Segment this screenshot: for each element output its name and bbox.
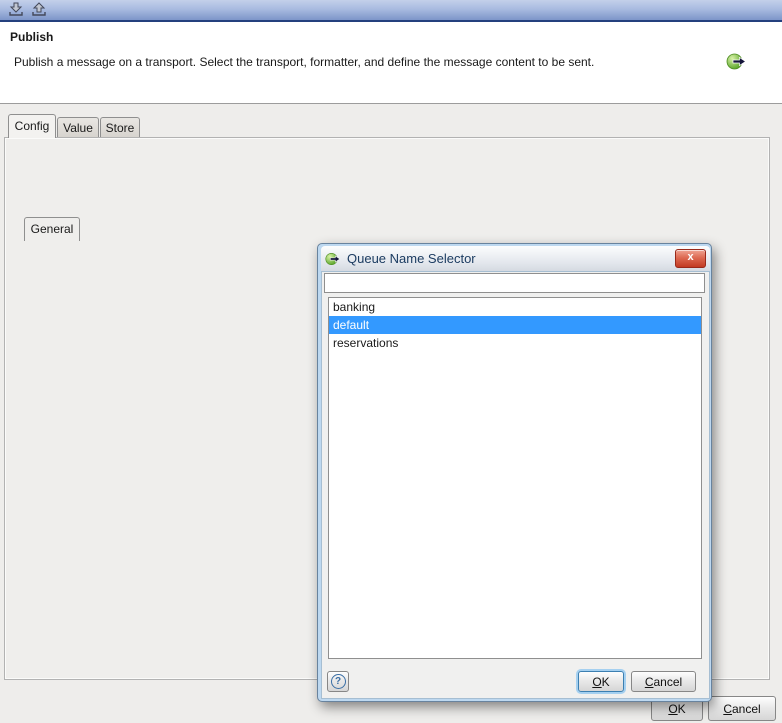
dialog-title: Queue Name Selector bbox=[347, 251, 476, 266]
publish-icon bbox=[726, 51, 747, 72]
close-button[interactable]: x bbox=[675, 249, 706, 268]
close-icon: x bbox=[687, 251, 693, 263]
export-button[interactable] bbox=[29, 2, 49, 18]
publish-action-editor-window: Publish Publish a message on a transport… bbox=[0, 0, 782, 723]
window-toolbar bbox=[0, 0, 782, 22]
queue-filter-input[interactable] bbox=[324, 273, 705, 293]
queue-name-selector-dialog: Queue Name Selector x banking default re… bbox=[317, 243, 712, 702]
queue-list-item[interactable]: reservations bbox=[329, 334, 701, 352]
import-button[interactable] bbox=[6, 2, 26, 18]
tab-config[interactable]: Config bbox=[8, 114, 56, 138]
dialog-titlebar[interactable]: Queue Name Selector x bbox=[321, 246, 710, 271]
page-title: Publish bbox=[10, 30, 53, 44]
tab-value[interactable]: Value bbox=[57, 117, 99, 138]
export-icon bbox=[31, 2, 47, 17]
page-description: Publish a message on a transport. Select… bbox=[14, 55, 654, 69]
import-icon bbox=[8, 2, 24, 17]
queue-list: banking default reservations bbox=[328, 297, 702, 659]
dialog-ok-button[interactable]: OK bbox=[578, 671, 624, 692]
queue-list-item[interactable]: banking bbox=[329, 298, 701, 316]
cancel-button[interactable]: Cancel bbox=[708, 696, 776, 721]
tab-store[interactable]: Store bbox=[100, 117, 140, 138]
tab-general[interactable]: General bbox=[24, 217, 80, 241]
dialog-cancel-button[interactable]: Cancel bbox=[631, 671, 696, 692]
dialog-publish-icon bbox=[325, 251, 341, 267]
help-button[interactable]: ? bbox=[327, 671, 349, 692]
queue-list-item-selected[interactable]: default bbox=[329, 316, 701, 334]
help-icon: ? bbox=[331, 674, 346, 689]
action-header: Publish Publish a message on a transport… bbox=[0, 22, 782, 104]
